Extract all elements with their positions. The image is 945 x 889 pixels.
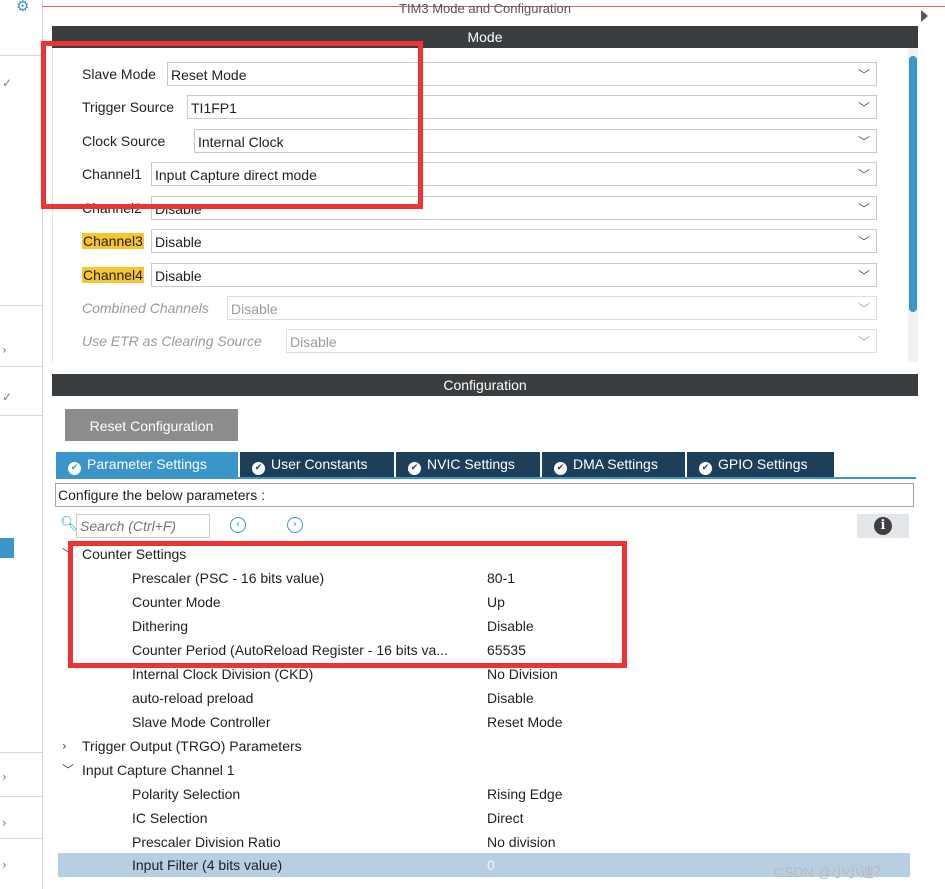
channel4-select[interactable]: Disable ﹀	[151, 263, 877, 287]
gear-icon[interactable]: ⚙	[16, 0, 32, 15]
param-name: Prescaler Division Ratio	[132, 834, 281, 850]
param-name: auto-reload preload	[132, 690, 254, 706]
chevron-down-icon: ﹀	[857, 68, 870, 82]
tab-parameter-settings[interactable]: ✔ Parameter Settings	[56, 452, 238, 477]
param-value[interactable]: 0	[487, 853, 495, 877]
window-title: TIM3 Mode and Configuration	[399, 1, 571, 16]
divider	[0, 838, 42, 839]
channel3-value: Disable	[155, 234, 202, 250]
check-circle-icon: ✔	[68, 462, 81, 475]
tab-label: Parameter Settings	[87, 456, 207, 472]
param-value[interactable]: No division	[487, 830, 555, 854]
mode-row-combined-channels: Combined Channels	[82, 295, 211, 321]
param-name: Input Filter (4 bits value)	[132, 857, 283, 873]
chevron-down-icon: ﹀	[857, 202, 870, 216]
divider	[0, 366, 42, 367]
param-value[interactable]: Rising Edge	[487, 782, 563, 806]
chevron-down-icon[interactable]: ﹀	[62, 758, 74, 782]
tab-label: DMA Settings	[573, 456, 658, 472]
divider	[0, 415, 42, 416]
mode-row-channel3: Channel3	[82, 228, 144, 254]
use-etr-value: Disable	[290, 334, 337, 350]
param-name: IC Selection	[132, 810, 208, 826]
chevron-right-icon[interactable]: ›	[2, 816, 7, 830]
tab-label: NVIC Settings	[427, 456, 515, 472]
search-input[interactable]	[76, 514, 210, 538]
use-etr-label: Use ETR as Clearing Source	[82, 333, 262, 349]
annotation-box-counter-settings	[68, 541, 627, 668]
param-value[interactable]: Disable	[487, 686, 534, 710]
check-circle-icon: ✔	[408, 462, 421, 475]
tab-nvic-settings[interactable]: ✔ NVIC Settings	[396, 452, 540, 477]
check-circle-icon: ✔	[554, 462, 567, 475]
combined-channels-value: Disable	[231, 301, 278, 317]
group-label: Input Capture Channel 1	[82, 762, 235, 778]
selected-item-marker	[0, 538, 14, 558]
watermark: CSDN @小小迪？	[774, 864, 888, 880]
param-value[interactable]: Direct	[487, 806, 524, 830]
tab-label: GPIO Settings	[718, 456, 808, 472]
chevron-down-icon: ﹀	[857, 302, 870, 316]
tree-row-auto-reload-preload[interactable]: auto-reload preload Disable	[58, 686, 910, 710]
info-button[interactable]: i	[857, 514, 909, 538]
tab-underline	[56, 477, 916, 479]
tab-user-constants[interactable]: ✔ User Constants	[240, 452, 394, 477]
tab-dma-settings[interactable]: ✔ DMA Settings	[542, 452, 685, 477]
chevron-down-icon: ﹀	[857, 168, 870, 182]
tree-row-prescaler-division-ratio[interactable]: Prescaler Division Ratio No division	[58, 830, 910, 854]
tab-label: User Constants	[271, 456, 368, 472]
chevron-right-icon[interactable]: ›	[2, 770, 7, 784]
mode-row-use-etr: Use ETR as Clearing Source	[82, 328, 264, 354]
param-name: Slave Mode Controller	[132, 714, 271, 730]
chevron-right-icon[interactable]: ›	[2, 343, 7, 357]
info-icon: i	[874, 517, 892, 535]
channel4-label: Channel4	[82, 267, 144, 283]
tab-gpio-settings[interactable]: ✔ GPIO Settings	[687, 452, 834, 477]
check-circle-icon: ✔	[699, 462, 712, 475]
left-sidebar-strip: ⚙ ✓ › ✓ › › ›	[0, 0, 43, 889]
chevron-right-icon[interactable]: ›	[62, 734, 67, 758]
chevron-right-icon[interactable]: ›	[2, 858, 7, 872]
combined-channels-select[interactable]: Disable ﹀	[227, 296, 877, 320]
check-circle-icon: ✔	[252, 462, 265, 475]
use-etr-select[interactable]: Disable ﹀	[286, 329, 877, 353]
chevron-down-icon: ﹀	[857, 269, 870, 283]
divider	[0, 55, 42, 56]
group-label: Trigger Output (TRGO) Parameters	[82, 738, 302, 754]
configuration-header: Configuration	[52, 374, 918, 396]
param-name: Polarity Selection	[132, 786, 241, 802]
next-arrow-icon[interactable]: ›	[287, 517, 303, 533]
chevron-down-icon: ﹀	[857, 101, 870, 115]
mode-row-channel4: Channel4	[82, 262, 144, 288]
divider	[0, 796, 42, 797]
divider	[0, 752, 42, 753]
chevron-down-icon[interactable]: ✓	[2, 76, 12, 90]
chevron-down-icon: ﹀	[857, 335, 870, 349]
chevron-down-icon: ﹀	[857, 235, 870, 249]
param-value[interactable]: Reset Mode	[487, 710, 562, 734]
chevron-down-icon[interactable]: ✓	[2, 390, 12, 404]
annotation-box-mode	[41, 41, 423, 209]
channel4-value: Disable	[155, 268, 202, 284]
tree-row-slave-mode-controller[interactable]: Slave Mode Controller Reset Mode	[58, 710, 910, 734]
reset-configuration-button[interactable]: Reset Configuration	[65, 409, 238, 441]
tree-row-polarity-selection[interactable]: Polarity Selection Rising Edge	[58, 782, 910, 806]
mode-scrollbar-thumb[interactable]	[909, 56, 917, 312]
chevron-down-icon: ﹀	[857, 135, 870, 149]
configure-instructions: Configure the below parameters :	[55, 483, 914, 507]
combined-channels-label: Combined Channels	[82, 300, 209, 316]
previous-arrow-icon[interactable]: ‹	[230, 517, 246, 533]
channel3-label: Channel3	[82, 233, 144, 249]
tree-row-ic-selection[interactable]: IC Selection Direct	[58, 806, 910, 830]
collapse-arrow-icon[interactable]	[921, 10, 928, 22]
channel3-select[interactable]: Disable ﹀	[151, 229, 877, 253]
divider	[0, 305, 42, 306]
tree-group-trgo-parameters[interactable]: › Trigger Output (TRGO) Parameters	[58, 734, 910, 758]
tree-group-input-capture-channel-1[interactable]: ﹀ Input Capture Channel 1	[58, 758, 910, 782]
